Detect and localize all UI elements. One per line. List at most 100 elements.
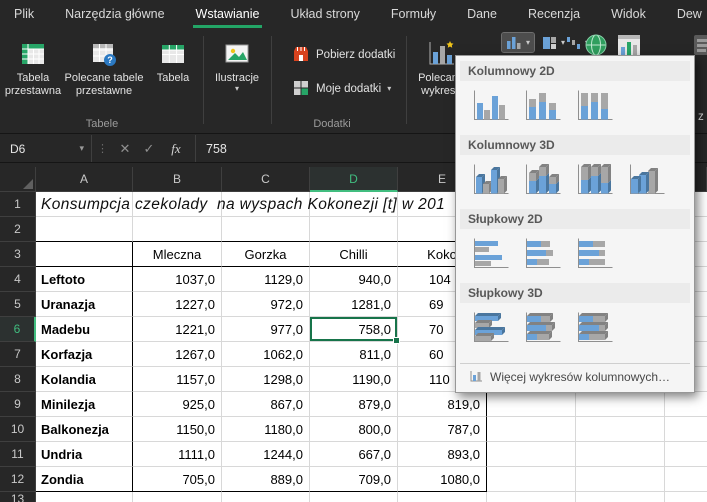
- tab-wstawianie[interactable]: Wstawianie: [196, 0, 260, 28]
- cell-G13[interactable]: [576, 492, 665, 502]
- cell-B10[interactable]: 1150,0: [133, 417, 222, 442]
- cell-A10[interactable]: Balkonezja: [36, 417, 133, 442]
- cell-B3[interactable]: Mleczna: [133, 242, 222, 267]
- tab-układ-strony[interactable]: Układ strony: [290, 0, 359, 28]
- chart-type-clustered-bar[interactable]: [465, 234, 513, 276]
- table-button[interactable]: Tabela: [146, 32, 200, 85]
- recommended-pivot-tables-button[interactable]: ? Polecane tabele przestawne: [64, 32, 144, 98]
- cell-B2[interactable]: [133, 217, 222, 242]
- cell-D4[interactable]: 940,0: [310, 267, 398, 292]
- cell-B13[interactable]: [133, 492, 222, 502]
- cell-G10[interactable]: [576, 417, 665, 442]
- chart-type-clustered-column[interactable]: [465, 86, 513, 128]
- tab-formuły[interactable]: Formuły: [391, 0, 436, 28]
- row-header-11[interactable]: 11: [0, 442, 36, 467]
- tab-dane[interactable]: Dane: [467, 0, 497, 28]
- row-header-3[interactable]: 3: [0, 242, 36, 267]
- chart-type-stacked-100-bar-3d[interactable]: [569, 308, 617, 350]
- chart-type-stacked-bar[interactable]: [517, 234, 565, 276]
- cell-D3[interactable]: Chilli: [310, 242, 398, 267]
- more-column-charts-button[interactable]: Więcej wykresów kolumnowych…: [460, 363, 690, 389]
- cell-C7[interactable]: 1062,0: [222, 342, 310, 367]
- cell-E11[interactable]: 893,0: [398, 442, 487, 467]
- chart-type-stacked-column[interactable]: [517, 86, 565, 128]
- insert-function-icon[interactable]: fx: [161, 135, 191, 162]
- row-header-10[interactable]: 10: [0, 417, 36, 442]
- cell-E13[interactable]: [398, 492, 487, 502]
- cell-B4[interactable]: 1037,0: [133, 267, 222, 292]
- cell-A3[interactable]: [36, 242, 133, 267]
- cell-A6[interactable]: Madebu: [36, 317, 133, 342]
- cell-E12[interactable]: 1080,0: [398, 467, 487, 492]
- cell-B11[interactable]: 1111,0: [133, 442, 222, 467]
- cell-A12[interactable]: Zondia: [36, 467, 133, 492]
- column-header-D[interactable]: D: [310, 167, 398, 192]
- cell-E10[interactable]: 787,0: [398, 417, 487, 442]
- cell-A8[interactable]: Kolandia: [36, 367, 133, 392]
- cell-C2[interactable]: [222, 217, 310, 242]
- cell-G9[interactable]: [576, 392, 665, 417]
- cell-C6[interactable]: 977,0: [222, 317, 310, 342]
- chart-type-stacked-100-column-3d[interactable]: [569, 160, 617, 202]
- row-header-5[interactable]: 5: [0, 292, 36, 317]
- cell-A4[interactable]: Leftoto: [36, 267, 133, 292]
- cell-D12[interactable]: 709,0: [310, 467, 398, 492]
- formula-bar-drag-handle-icon[interactable]: ⋮: [92, 135, 113, 162]
- cell-B5[interactable]: 1227,0: [133, 292, 222, 317]
- name-box[interactable]: D6 ▾: [0, 135, 92, 162]
- cell-B9[interactable]: 925,0: [133, 392, 222, 417]
- chart-type-stacked-column-3d[interactable]: [517, 160, 565, 202]
- column-header-B[interactable]: B: [133, 167, 222, 192]
- cell-C4[interactable]: 1129,0: [222, 267, 310, 292]
- cell-C9[interactable]: 867,0: [222, 392, 310, 417]
- cell-F10[interactable]: [487, 417, 576, 442]
- cell-B12[interactable]: 705,0: [133, 467, 222, 492]
- cell-B8[interactable]: 1157,0: [133, 367, 222, 392]
- cell-A11[interactable]: Undria: [36, 442, 133, 467]
- cell-C8[interactable]: 1298,0: [222, 367, 310, 392]
- chart-type-clustered-bar-3d[interactable]: [465, 308, 513, 350]
- cell-D13[interactable]: [310, 492, 398, 502]
- tab-widok[interactable]: Widok: [611, 0, 646, 28]
- illustrations-button[interactable]: Ilustracje ▾: [207, 32, 267, 93]
- chart-type-column-3d[interactable]: [621, 160, 669, 202]
- insert-column-chart-button[interactable]: ▾: [502, 33, 534, 52]
- cell-B7[interactable]: 1267,0: [133, 342, 222, 367]
- column-header-C[interactable]: C: [222, 167, 310, 192]
- row-header-12[interactable]: 12: [0, 467, 36, 492]
- cell-F13[interactable]: [487, 492, 576, 502]
- cell-D7[interactable]: 811,0: [310, 342, 398, 367]
- cell-A13[interactable]: [36, 492, 133, 502]
- pivot-table-button[interactable]: Tabela przestawna: [2, 32, 64, 98]
- cell-D5[interactable]: 1281,0: [310, 292, 398, 317]
- enter-icon[interactable]: ✓: [137, 135, 161, 162]
- cell-G12[interactable]: [576, 467, 665, 492]
- row-header-13[interactable]: 13: [0, 492, 36, 502]
- my-addins-button[interactable]: Moje dodatki ▾: [292, 78, 391, 100]
- cell-F12[interactable]: [487, 467, 576, 492]
- row-header-2[interactable]: 2: [0, 217, 36, 242]
- cell-D9[interactable]: 879,0: [310, 392, 398, 417]
- cell-C3[interactable]: Gorzka: [222, 242, 310, 267]
- cell-C12[interactable]: 889,0: [222, 467, 310, 492]
- cell-D8[interactable]: 1190,0: [310, 367, 398, 392]
- row-header-9[interactable]: 9: [0, 392, 36, 417]
- cell-B6[interactable]: 1221,0: [133, 317, 222, 342]
- cell-G11[interactable]: [576, 442, 665, 467]
- cell-D11[interactable]: 667,0: [310, 442, 398, 467]
- tab-plik[interactable]: Plik: [14, 0, 34, 28]
- cell-E9[interactable]: 819,0: [398, 392, 487, 417]
- chart-type-stacked-bar-3d[interactable]: [517, 308, 565, 350]
- cell-A9[interactable]: Minilezja: [36, 392, 133, 417]
- cell-A7[interactable]: Korfazja: [36, 342, 133, 367]
- cell-A2[interactable]: [36, 217, 133, 242]
- row-header-6[interactable]: 6: [0, 317, 36, 342]
- name-box-dropdown-icon[interactable]: ▾: [79, 144, 84, 153]
- row-header-7[interactable]: 7: [0, 342, 36, 367]
- tab-narzędzia-główne[interactable]: Narzędzia główne: [65, 0, 164, 28]
- cell-F11[interactable]: [487, 442, 576, 467]
- select-all-corner[interactable]: [0, 167, 36, 192]
- get-addins-button[interactable]: Pobierz dodatki: [292, 44, 395, 66]
- cell-C11[interactable]: 1244,0: [222, 442, 310, 467]
- cancel-icon[interactable]: ✕: [113, 135, 137, 162]
